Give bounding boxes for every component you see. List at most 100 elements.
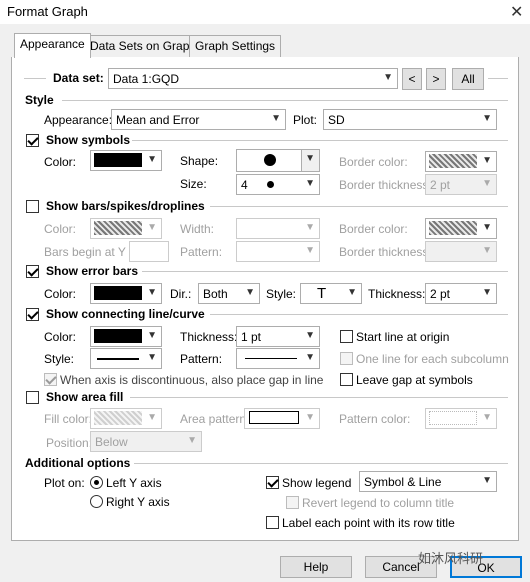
chevron-down-icon: ▼ (271, 113, 281, 124)
size-value: 4 (241, 178, 248, 192)
tab-data-sets-on-graph[interactable]: Data Sets on Graph (84, 35, 203, 57)
label-each-point-checkbox[interactable] (266, 516, 279, 529)
start-line-origin-checkbox[interactable] (340, 330, 353, 343)
chevron-down-icon: ▼ (305, 245, 315, 256)
style-heading: Style (25, 93, 54, 107)
bars-border-color-picker[interactable]: ▼ (425, 218, 497, 239)
chevron-down-icon: ▼ (147, 154, 157, 165)
show-connecting-line-checkbox[interactable] (26, 308, 39, 321)
bars-color-picker[interactable]: ▼ (90, 218, 162, 239)
symbol-color-picker[interactable]: ▼ (90, 150, 162, 171)
symbol-border-color-picker[interactable]: ▼ (425, 151, 497, 172)
legend-type-select[interactable]: Symbol & Line ▼ (359, 471, 497, 492)
legend-type-value: Symbol & Line (364, 475, 442, 489)
line-pattern-select[interactable]: ▼ (236, 348, 320, 369)
appearance-select[interactable]: Mean and Error ▼ (111, 109, 286, 130)
revert-legend-label: Revert legend to column title (302, 496, 455, 510)
bars-pattern-select[interactable]: ▼ (236, 241, 320, 262)
additional-options-heading: Additional options (25, 456, 131, 470)
error-color-picker[interactable]: ▼ (90, 283, 162, 304)
position-select[interactable]: Below ▼ (90, 431, 202, 452)
close-icon[interactable]: ✕ (510, 2, 523, 22)
fill-color-picker[interactable]: ▼ (90, 408, 162, 429)
help-button[interactable]: Help (280, 556, 352, 578)
dir-select[interactable]: Both ▼ (198, 283, 260, 304)
one-line-per-subcolumn-checkbox[interactable] (340, 352, 353, 365)
leave-gap-symbols-checkbox[interactable] (340, 373, 353, 386)
chevron-down-icon: ▼ (482, 222, 492, 233)
window-title: Format Graph (7, 4, 88, 19)
line-thickness-select[interactable]: 1 pt ▼ (236, 326, 320, 347)
chevron-down-icon: ▼ (482, 475, 492, 486)
size-select[interactable]: 4 ▼ (236, 174, 320, 195)
border-thickness-value: 2 pt (430, 178, 451, 192)
bars-begin-input[interactable] (129, 241, 169, 262)
area-pattern-select[interactable]: ▼ (244, 408, 320, 429)
shape-label: Shape: (180, 154, 219, 168)
tab-graph-settings[interactable]: Graph Settings (189, 35, 282, 57)
left-y-axis-radio[interactable] (90, 476, 103, 489)
shape-select[interactable]: ▼ (236, 149, 320, 172)
color-swatch (94, 286, 142, 300)
error-style-select[interactable]: T ▼ (300, 283, 362, 304)
line-color-label: Color: (44, 330, 77, 344)
pattern-color-picker[interactable]: ▼ (425, 408, 497, 429)
bars-border-thickness-select[interactable]: ▼ (425, 241, 497, 262)
chevron-down-icon: ▼ (482, 113, 492, 124)
bars-width-select[interactable]: ▼ (236, 218, 320, 239)
solid-line-icon (97, 358, 139, 360)
chevron-down-icon: ▼ (305, 412, 315, 423)
next-dataset-button[interactable]: > (426, 68, 446, 90)
prev-dataset-button[interactable]: < (402, 68, 422, 90)
hatch-swatch (429, 221, 477, 235)
discontinuous-gap-checkbox[interactable] (44, 373, 57, 386)
watermark: 如沐风科研 (418, 551, 484, 566)
divider (130, 397, 508, 398)
error-thickness-select[interactable]: 2 pt ▼ (425, 283, 497, 304)
show-bars-heading: Show bars/spikes/droplines (46, 199, 205, 213)
show-area-fill-heading: Show area fill (46, 390, 124, 404)
all-datasets-button[interactable]: All (452, 68, 484, 90)
line-color-picker[interactable]: ▼ (90, 326, 162, 347)
line-style-select[interactable]: ▼ (90, 348, 162, 369)
hatch-swatch (429, 154, 477, 168)
plot-select[interactable]: SD ▼ (323, 109, 497, 130)
divider (134, 463, 508, 464)
bars-pattern-label: Pattern: (180, 245, 223, 259)
discontinuous-gap-label: When axis is discontinuous, also place g… (60, 373, 324, 387)
show-legend-checkbox[interactable] (266, 476, 279, 489)
dataset-select[interactable]: Data 1:GQD ▼ (108, 68, 398, 89)
show-legend-label: Show legend (282, 476, 352, 490)
border-color-label: Border color: (339, 155, 408, 169)
show-symbols-checkbox[interactable] (26, 134, 39, 147)
area-pattern-label: Area pattern: (180, 412, 250, 426)
right-y-axis-radio[interactable] (90, 495, 103, 508)
tab-appearance[interactable]: Appearance (14, 33, 91, 58)
chevron-down-icon: ▼ (305, 153, 315, 164)
border-thickness-select[interactable]: 2 pt ▼ (425, 174, 497, 195)
show-symbols-heading: Show symbols (46, 133, 131, 147)
appearance-value: Mean and Error (116, 113, 200, 127)
start-line-origin-label: Start line at origin (356, 330, 450, 344)
plot-label: Plot: (293, 113, 318, 127)
hatch-swatch (94, 411, 142, 425)
show-error-bars-checkbox[interactable] (26, 265, 39, 278)
chevron-down-icon: ▼ (305, 178, 315, 189)
chevron-down-icon: ▼ (147, 222, 157, 233)
one-line-per-subcolumn-label: One line for each subcolumn (356, 352, 509, 366)
bars-color-label: Color: (44, 222, 77, 236)
divider (142, 271, 508, 272)
plot-value: SD (328, 113, 345, 127)
show-connecting-line-heading: Show connecting line/curve (46, 307, 205, 321)
chevron-down-icon: ▼ (305, 352, 315, 363)
chevron-down-icon: ▼ (383, 72, 393, 83)
chevron-down-icon: ▼ (147, 352, 157, 363)
line-thickness-label: Thickness: (180, 330, 238, 344)
leave-gap-symbols-label: Leave gap at symbols (356, 373, 473, 387)
position-value: Below (95, 435, 128, 449)
line-style-label: Style: (44, 352, 75, 366)
fill-color-label: Fill color: (44, 412, 93, 426)
revert-legend-checkbox[interactable] (286, 496, 299, 509)
show-bars-checkbox[interactable] (26, 200, 39, 213)
show-area-fill-checkbox[interactable] (26, 391, 39, 404)
